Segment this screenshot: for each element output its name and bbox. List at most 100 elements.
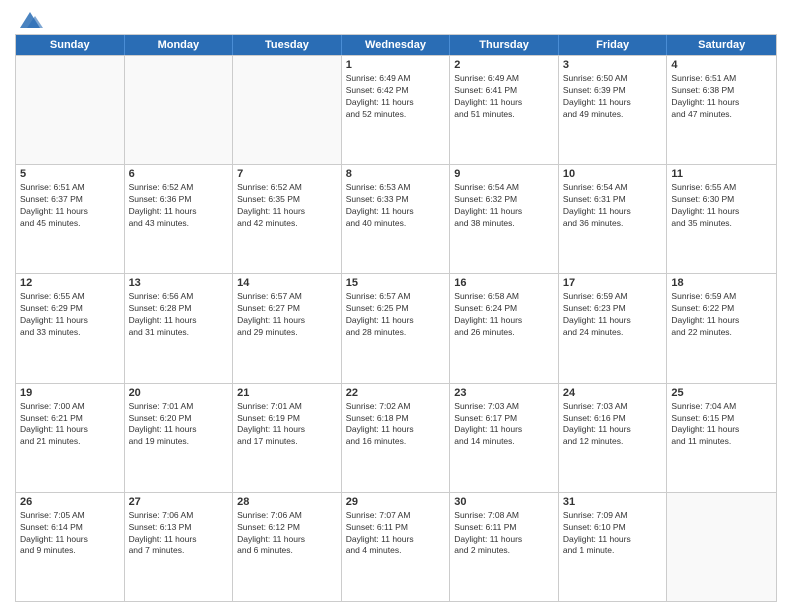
calendar-day-13: 13 Sunrise: 6:56 AM Sunset: 6:28 PM Dayli…: [125, 274, 234, 382]
day-info: Sunrise: 6:55 AM Sunset: 6:29 PM Dayligh…: [20, 291, 120, 339]
calendar-day-18: 18 Sunrise: 6:59 AM Sunset: 6:22 PM Dayli…: [667, 274, 776, 382]
weekday-header-tuesday: Tuesday: [233, 35, 342, 55]
day-info: Sunrise: 6:55 AM Sunset: 6:30 PM Dayligh…: [671, 182, 772, 230]
day-info: Sunrise: 6:58 AM Sunset: 6:24 PM Dayligh…: [454, 291, 554, 339]
day-info: Sunrise: 6:56 AM Sunset: 6:28 PM Dayligh…: [129, 291, 229, 339]
day-info: Sunrise: 7:03 AM Sunset: 6:16 PM Dayligh…: [563, 401, 663, 449]
calendar-week-3: 12 Sunrise: 6:55 AM Sunset: 6:29 PM Dayli…: [16, 273, 776, 382]
calendar-day-14: 14 Sunrise: 6:57 AM Sunset: 6:27 PM Dayli…: [233, 274, 342, 382]
day-info: Sunrise: 6:59 AM Sunset: 6:22 PM Dayligh…: [671, 291, 772, 339]
day-number: 22: [346, 387, 446, 399]
day-info: Sunrise: 7:03 AM Sunset: 6:17 PM Dayligh…: [454, 401, 554, 449]
calendar-day-empty: [667, 493, 776, 601]
day-info: Sunrise: 7:04 AM Sunset: 6:15 PM Dayligh…: [671, 401, 772, 449]
calendar-day-7: 7 Sunrise: 6:52 AM Sunset: 6:35 PM Daylig…: [233, 165, 342, 273]
day-info: Sunrise: 6:49 AM Sunset: 6:42 PM Dayligh…: [346, 73, 446, 121]
calendar-day-empty: [233, 56, 342, 164]
calendar-day-6: 6 Sunrise: 6:52 AM Sunset: 6:36 PM Daylig…: [125, 165, 234, 273]
day-info: Sunrise: 7:08 AM Sunset: 6:11 PM Dayligh…: [454, 510, 554, 558]
calendar-day-21: 21 Sunrise: 7:01 AM Sunset: 6:19 PM Dayli…: [233, 384, 342, 492]
day-info: Sunrise: 7:06 AM Sunset: 6:13 PM Dayligh…: [129, 510, 229, 558]
day-number: 1: [346, 59, 446, 71]
calendar-day-27: 27Sunrise: 7:06 AM Sunset: 6:13 PM Dayli…: [125, 493, 234, 601]
calendar-day-10: 10 Sunrise: 6:54 AM Sunset: 6:31 PM Dayli…: [559, 165, 668, 273]
weekday-header-sunday: Sunday: [16, 35, 125, 55]
day-number: 3: [563, 59, 663, 71]
calendar: SundayMondayTuesdayWednesdayThursdayFrid…: [15, 34, 777, 602]
day-info: Sunrise: 7:01 AM Sunset: 6:20 PM Dayligh…: [129, 401, 229, 449]
calendar-day-29: 29Sunrise: 7:07 AM Sunset: 6:11 PM Dayli…: [342, 493, 451, 601]
calendar-day-17: 17Sunrise: 6:59 AM Sunset: 6:23 PM Dayli…: [559, 274, 668, 382]
day-info: Sunrise: 6:53 AM Sunset: 6:33 PM Dayligh…: [346, 182, 446, 230]
day-number: 12: [20, 277, 120, 289]
day-number: 10: [563, 168, 663, 180]
day-number: 2: [454, 59, 554, 71]
calendar-day-11: 11 Sunrise: 6:55 AM Sunset: 6:30 PM Dayli…: [667, 165, 776, 273]
day-info: Sunrise: 6:54 AM Sunset: 6:31 PM Dayligh…: [563, 182, 663, 230]
day-number: 18: [671, 277, 772, 289]
day-info: Sunrise: 6:54 AM Sunset: 6:32 PM Dayligh…: [454, 182, 554, 230]
day-number: 5: [20, 168, 120, 180]
day-number: 31: [563, 496, 663, 508]
calendar-week-5: 26Sunrise: 7:05 AM Sunset: 6:14 PM Dayli…: [16, 492, 776, 601]
day-info: Sunrise: 6:57 AM Sunset: 6:25 PM Dayligh…: [346, 291, 446, 339]
calendar-day-empty: [125, 56, 234, 164]
weekday-header-saturday: Saturday: [667, 35, 776, 55]
day-info: Sunrise: 7:07 AM Sunset: 6:11 PM Dayligh…: [346, 510, 446, 558]
weekday-header-thursday: Thursday: [450, 35, 559, 55]
day-info: Sunrise: 7:01 AM Sunset: 6:19 PM Dayligh…: [237, 401, 337, 449]
weekday-header-friday: Friday: [559, 35, 668, 55]
calendar-day-5: 5 Sunrise: 6:51 AM Sunset: 6:37 PM Daylig…: [16, 165, 125, 273]
day-info: Sunrise: 7:09 AM Sunset: 6:10 PM Dayligh…: [563, 510, 663, 558]
day-number: 23: [454, 387, 554, 399]
day-number: 6: [129, 168, 229, 180]
day-info: Sunrise: 6:59 AM Sunset: 6:23 PM Dayligh…: [563, 291, 663, 339]
calendar-day-26: 26Sunrise: 7:05 AM Sunset: 6:14 PM Dayli…: [16, 493, 125, 601]
day-info: Sunrise: 6:50 AM Sunset: 6:39 PM Dayligh…: [563, 73, 663, 121]
day-info: Sunrise: 6:57 AM Sunset: 6:27 PM Dayligh…: [237, 291, 337, 339]
logo-icon: [17, 10, 43, 30]
calendar-day-23: 23 Sunrise: 7:03 AM Sunset: 6:17 PM Dayli…: [450, 384, 559, 492]
day-info: Sunrise: 6:49 AM Sunset: 6:41 PM Dayligh…: [454, 73, 554, 121]
calendar-body: 1 Sunrise: 6:49 AM Sunset: 6:42 PM Daylig…: [16, 55, 776, 601]
day-number: 25: [671, 387, 772, 399]
day-info: Sunrise: 7:00 AM Sunset: 6:21 PM Dayligh…: [20, 401, 120, 449]
calendar-day-28: 28Sunrise: 7:06 AM Sunset: 6:12 PM Dayli…: [233, 493, 342, 601]
logo: [15, 10, 45, 26]
calendar-day-31: 31 Sunrise: 7:09 AM Sunset: 6:10 PM Dayli…: [559, 493, 668, 601]
day-number: 20: [129, 387, 229, 399]
day-number: 21: [237, 387, 337, 399]
day-number: 8: [346, 168, 446, 180]
day-number: 15: [346, 277, 446, 289]
calendar-day-16: 16 Sunrise: 6:58 AM Sunset: 6:24 PM Dayli…: [450, 274, 559, 382]
day-info: Sunrise: 6:52 AM Sunset: 6:35 PM Dayligh…: [237, 182, 337, 230]
day-number: 26: [20, 496, 120, 508]
day-number: 14: [237, 277, 337, 289]
header: [15, 10, 777, 26]
weekday-header-monday: Monday: [125, 35, 234, 55]
day-info: Sunrise: 6:51 AM Sunset: 6:37 PM Dayligh…: [20, 182, 120, 230]
calendar-day-8: 8 Sunrise: 6:53 AM Sunset: 6:33 PM Daylig…: [342, 165, 451, 273]
page: SundayMondayTuesdayWednesdayThursdayFrid…: [0, 0, 792, 612]
calendar-week-1: 1 Sunrise: 6:49 AM Sunset: 6:42 PM Daylig…: [16, 55, 776, 164]
calendar-day-9: 9 Sunrise: 6:54 AM Sunset: 6:32 PM Daylig…: [450, 165, 559, 273]
calendar-day-2: 2 Sunrise: 6:49 AM Sunset: 6:41 PM Daylig…: [450, 56, 559, 164]
calendar-header: SundayMondayTuesdayWednesdayThursdayFrid…: [16, 35, 776, 55]
calendar-day-30: 30 Sunrise: 7:08 AM Sunset: 6:11 PM Dayli…: [450, 493, 559, 601]
calendar-day-4: 4Sunrise: 6:51 AM Sunset: 6:38 PM Daylig…: [667, 56, 776, 164]
calendar-day-1: 1 Sunrise: 6:49 AM Sunset: 6:42 PM Daylig…: [342, 56, 451, 164]
day-number: 11: [671, 168, 772, 180]
day-number: 30: [454, 496, 554, 508]
day-info: Sunrise: 6:52 AM Sunset: 6:36 PM Dayligh…: [129, 182, 229, 230]
weekday-header-wednesday: Wednesday: [342, 35, 451, 55]
calendar-day-19: 19Sunrise: 7:00 AM Sunset: 6:21 PM Dayli…: [16, 384, 125, 492]
day-number: 16: [454, 277, 554, 289]
calendar-week-4: 19Sunrise: 7:00 AM Sunset: 6:21 PM Dayli…: [16, 383, 776, 492]
day-number: 4: [671, 59, 772, 71]
calendar-day-20: 20 Sunrise: 7:01 AM Sunset: 6:20 PM Dayli…: [125, 384, 234, 492]
day-number: 9: [454, 168, 554, 180]
day-number: 13: [129, 277, 229, 289]
day-number: 28: [237, 496, 337, 508]
day-number: 7: [237, 168, 337, 180]
calendar-week-2: 5 Sunrise: 6:51 AM Sunset: 6:37 PM Daylig…: [16, 164, 776, 273]
